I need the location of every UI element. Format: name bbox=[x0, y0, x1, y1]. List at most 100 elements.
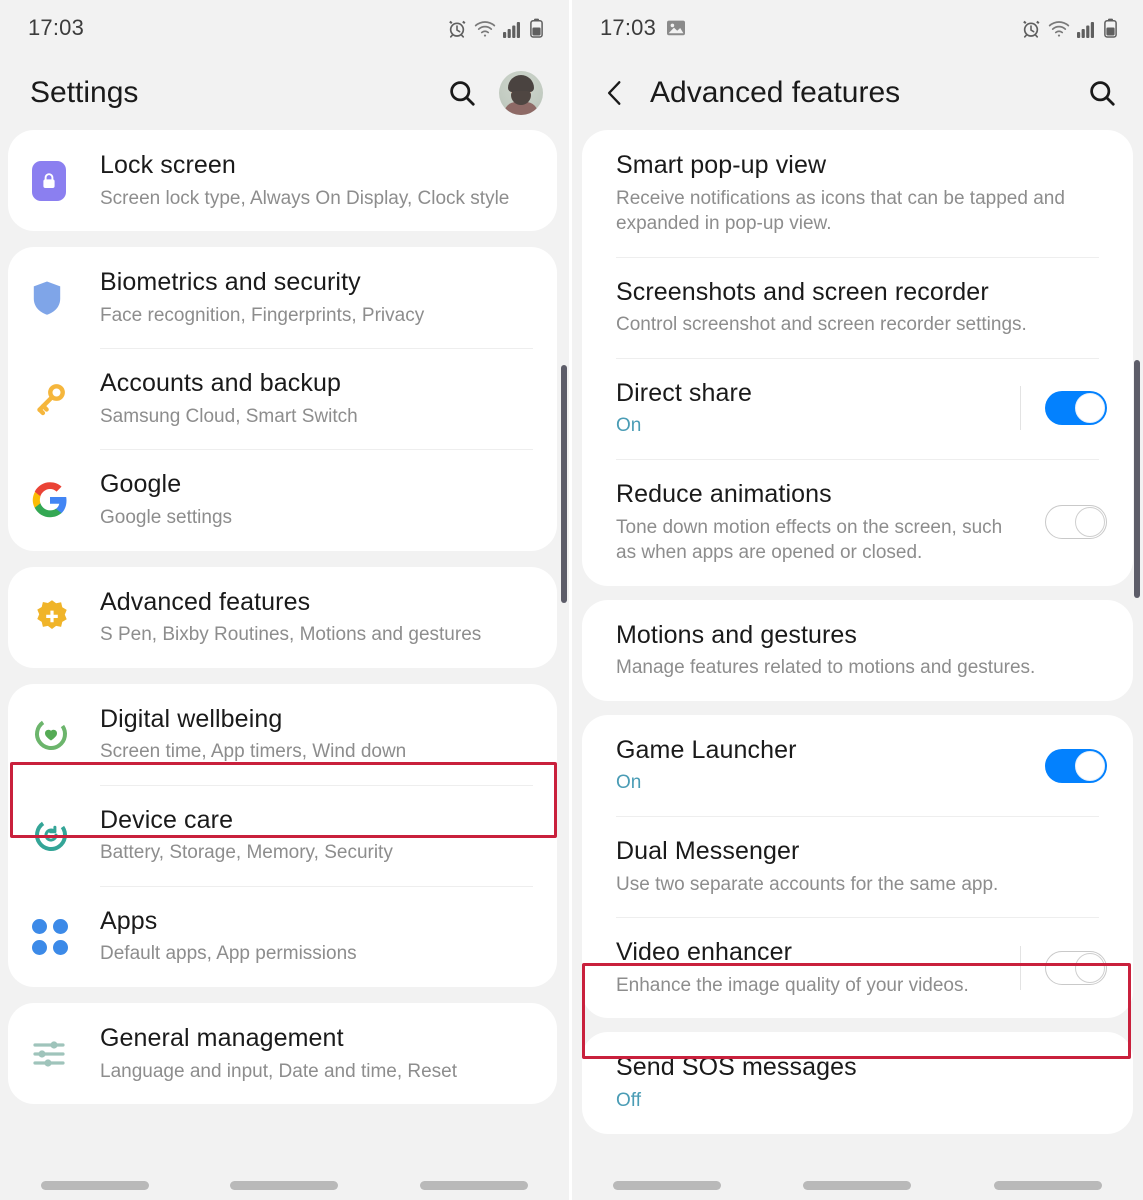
item-subtitle: Enhance the image quality of your videos… bbox=[616, 974, 969, 996]
settings-group: Lock screen Screen lock type, Always On … bbox=[8, 130, 557, 232]
list-item-dual-messenger[interactable]: Dual Messenger Use two separate accounts… bbox=[582, 816, 1133, 917]
wifi-icon bbox=[1048, 20, 1070, 38]
lock-icon bbox=[32, 160, 100, 201]
image-icon bbox=[666, 19, 686, 37]
settings-group: Send SOS messages Off bbox=[582, 1032, 1133, 1134]
list-item-send-sos-messages[interactable]: Send SOS messages Off bbox=[582, 1032, 1133, 1133]
sidebar-item-general-management[interactable]: General management Language and input, D… bbox=[8, 1003, 557, 1104]
settings-group: Game Launcher On Dual Messenger Use two … bbox=[582, 714, 1133, 1019]
apps-grid-icon bbox=[32, 918, 100, 955]
search-icon[interactable] bbox=[447, 78, 477, 108]
item-subtitle: Screen time, App timers, Wind down bbox=[100, 741, 407, 763]
left-phone-settings-screen: 17:03 Settings Lock screen Screen lock t… bbox=[0, 0, 572, 1200]
item-title: Google bbox=[100, 470, 182, 499]
item-title: Lock screen bbox=[100, 151, 236, 179]
gear-flower-icon bbox=[32, 597, 100, 637]
toggle-game-launcher[interactable] bbox=[1045, 748, 1107, 783]
sidebar-item-device-care[interactable]: Device care Battery, Storage, Memory, Se… bbox=[8, 784, 557, 886]
list-item-direct-share[interactable]: Direct share On bbox=[582, 357, 1133, 459]
item-title: Screenshots and screen recorder bbox=[616, 277, 989, 306]
status-bar-clock: 17:03 bbox=[600, 15, 657, 40]
item-title: Send SOS messages bbox=[616, 1053, 857, 1082]
item-subtitle: Control screenshot and screen recorder s… bbox=[616, 314, 1027, 336]
item-title: Direct share bbox=[616, 378, 752, 407]
settings-group: General management Language and input, D… bbox=[8, 1003, 557, 1105]
item-title: Game Launcher bbox=[616, 735, 797, 764]
item-title: Video enhancer bbox=[616, 938, 793, 967]
nav-back-button[interactable] bbox=[420, 1180, 529, 1190]
settings-group: Smart pop-up view Receive notifications … bbox=[582, 130, 1133, 586]
dual-screenshot-comparison: 17:03 Settings Lock screen Screen lock t… bbox=[0, 0, 1143, 1200]
toggle-reduce-animations[interactable] bbox=[1045, 505, 1107, 540]
wellbeing-icon bbox=[32, 715, 100, 753]
nav-home-button[interactable] bbox=[803, 1180, 912, 1190]
status-badge: On bbox=[616, 415, 642, 437]
battery-icon bbox=[1104, 18, 1117, 38]
item-subtitle: S Pen, Bixby Routines, Motions and gestu… bbox=[100, 624, 482, 646]
key-icon bbox=[32, 381, 100, 417]
settings-group: Digital wellbeing Screen time, App timer… bbox=[8, 683, 557, 988]
status-bar: 17:03 bbox=[572, 0, 1143, 56]
advanced-features-scroll-area[interactable]: Smart pop-up view Receive notifications … bbox=[572, 130, 1143, 1200]
list-item-video-enhancer[interactable]: Video enhancer Enhance the image quality… bbox=[582, 917, 1133, 1018]
status-badge: On bbox=[616, 772, 642, 794]
item-title: Reduce animations bbox=[616, 480, 832, 509]
item-subtitle: Manage features related to motions and g… bbox=[616, 657, 1036, 679]
sidebar-item-advanced-features[interactable]: Advanced features S Pen, Bixby Routines,… bbox=[8, 567, 557, 668]
divider bbox=[1020, 945, 1021, 990]
scrollbar[interactable] bbox=[561, 365, 567, 603]
page-title: Settings bbox=[30, 76, 139, 109]
item-title: Advanced features bbox=[100, 587, 311, 616]
list-item-reduce-animations[interactable]: Reduce animations Tone down motion effec… bbox=[582, 459, 1133, 586]
item-subtitle: Google settings bbox=[100, 506, 233, 528]
device-care-icon bbox=[32, 816, 100, 854]
sidebar-item-apps[interactable]: Apps Default apps, App permissions bbox=[8, 885, 557, 987]
item-title: Dual Messenger bbox=[616, 837, 800, 866]
alarm-icon bbox=[1021, 18, 1041, 38]
sliders-icon bbox=[32, 1037, 100, 1071]
nav-recents-button[interactable] bbox=[613, 1180, 722, 1190]
settings-group-advanced-features: Advanced features S Pen, Bixby Routines,… bbox=[8, 566, 557, 668]
sidebar-item-digital-wellbeing[interactable]: Digital wellbeing Screen time, App timer… bbox=[8, 684, 557, 785]
sidebar-item-accounts-and-backup[interactable]: Accounts and backup Samsung Cloud, Smart… bbox=[8, 348, 557, 449]
search-icon[interactable] bbox=[1087, 78, 1117, 108]
sidebar-item-lock-screen[interactable]: Lock screen Screen lock type, Always On … bbox=[8, 130, 557, 231]
avatar[interactable] bbox=[499, 71, 543, 115]
sidebar-item-biometrics-and-security[interactable]: Biometrics and security Face recognition… bbox=[8, 247, 557, 348]
list-item-screenshots-and-screen-recorder[interactable]: Screenshots and screen recorder Control … bbox=[582, 256, 1133, 358]
toggle-direct-share[interactable] bbox=[1045, 391, 1107, 426]
item-subtitle: Face recognition, Fingerprints, Privacy bbox=[100, 304, 425, 326]
list-item-game-launcher[interactable]: Game Launcher On bbox=[582, 715, 1133, 816]
item-subtitle: Screen lock type, Always On Display, Clo… bbox=[100, 187, 510, 209]
shield-icon bbox=[32, 280, 100, 316]
nav-back-button[interactable] bbox=[993, 1180, 1102, 1190]
settings-scroll-area[interactable]: Lock screen Screen lock type, Always On … bbox=[0, 130, 569, 1200]
status-badge: Off bbox=[616, 1089, 641, 1111]
item-subtitle: Language and input, Date and time, Reset bbox=[100, 1060, 458, 1082]
item-subtitle: Receive notifications as icons that can … bbox=[616, 187, 1065, 235]
list-item-motions-and-gestures[interactable]: Motions and gestures Manage features rel… bbox=[582, 600, 1133, 701]
toggle-video-enhancer[interactable] bbox=[1045, 950, 1107, 985]
item-subtitle: Samsung Cloud, Smart Switch bbox=[100, 405, 358, 427]
nav-recents-button[interactable] bbox=[40, 1180, 149, 1190]
settings-group: Biometrics and security Face recognition… bbox=[8, 247, 557, 551]
list-item-smart-popup-view[interactable]: Smart pop-up view Receive notifications … bbox=[582, 130, 1133, 257]
scrollbar[interactable] bbox=[1134, 360, 1140, 598]
signal-icon bbox=[503, 20, 523, 38]
item-title: Biometrics and security bbox=[100, 268, 361, 297]
right-phone-advanced-features-screen: 17:03 Advanced features Smart pop-up vie… bbox=[572, 0, 1143, 1200]
advanced-features-title-bar: Advanced features bbox=[572, 56, 1143, 130]
item-subtitle: Default apps, App permissions bbox=[100, 943, 357, 965]
nav-home-button[interactable] bbox=[230, 1180, 339, 1190]
page-title: Advanced features bbox=[650, 76, 901, 109]
google-icon bbox=[32, 482, 100, 518]
item-title: Smart pop-up view bbox=[616, 151, 827, 179]
sidebar-item-google[interactable]: Google Google settings bbox=[8, 449, 557, 550]
item-title: Digital wellbeing bbox=[100, 704, 283, 733]
item-title: Motions and gestures bbox=[616, 620, 858, 649]
status-bar-clock: 17:03 bbox=[28, 15, 85, 40]
back-chevron-icon[interactable] bbox=[602, 78, 628, 108]
settings-group: Motions and gestures Manage features rel… bbox=[582, 599, 1133, 701]
settings-title-bar: Settings bbox=[0, 56, 569, 130]
item-subtitle: Battery, Storage, Memory, Security bbox=[100, 842, 393, 864]
